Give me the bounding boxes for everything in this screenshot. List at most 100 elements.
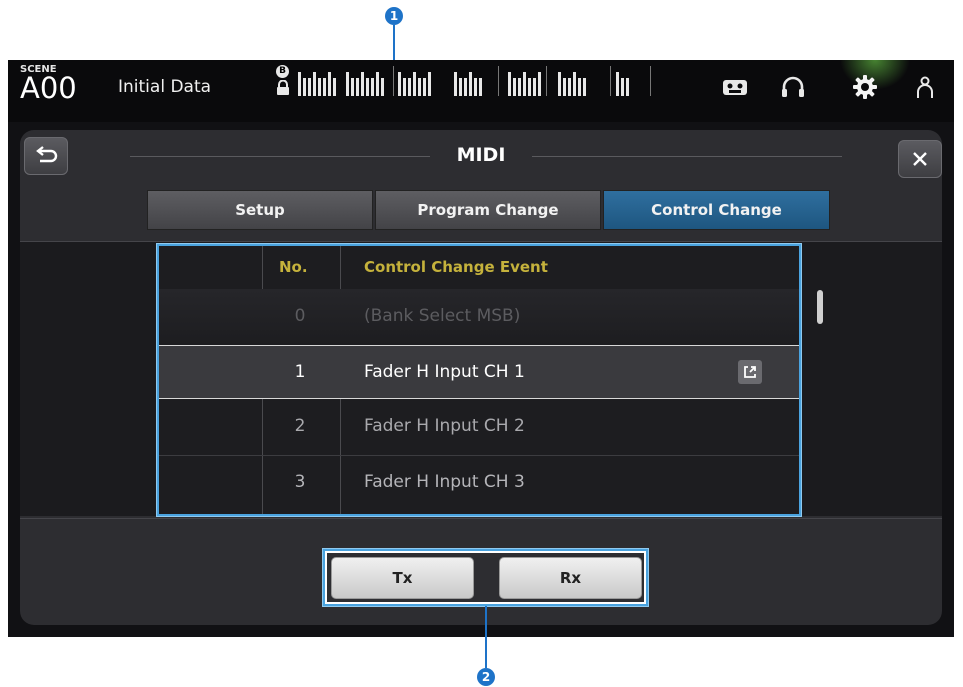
- user-icon[interactable]: [910, 72, 940, 102]
- meter-bar: [323, 78, 326, 96]
- tab-setup-label: Setup: [235, 201, 285, 219]
- close-icon: [913, 152, 927, 166]
- callout-2: 2: [477, 668, 495, 686]
- meter-bar: [371, 78, 374, 96]
- tab-control-change[interactable]: Control Change: [603, 190, 830, 230]
- meter-bar: [558, 72, 561, 96]
- tx-button[interactable]: Tx: [331, 557, 474, 599]
- lock-letter-badge: B: [276, 65, 289, 78]
- meter-bar: [538, 72, 541, 96]
- lock-indicator[interactable]: B: [276, 65, 290, 100]
- meter-bar: [464, 78, 467, 96]
- tab-program-change-label: Program Change: [417, 201, 559, 219]
- meter-separator: [546, 66, 547, 96]
- meter-bar: [418, 78, 421, 96]
- row-event: Fader H Input CH 1: [364, 362, 525, 382]
- tab-setup[interactable]: Setup: [147, 190, 373, 230]
- rx-button[interactable]: Rx: [499, 557, 642, 599]
- meter-bar: [474, 78, 477, 96]
- close-button[interactable]: [898, 140, 942, 178]
- list-item[interactable]: 2 Fader H Input CH 2: [159, 399, 799, 455]
- meter-bar: [398, 72, 401, 96]
- meter-bar: [346, 72, 349, 96]
- external-link-icon: [744, 366, 756, 378]
- meter-bar: [518, 78, 521, 96]
- meter-bar: [563, 78, 566, 96]
- title-rule-right: [532, 156, 842, 157]
- meter-bar: [308, 78, 311, 96]
- meter-bar: [303, 78, 306, 96]
- back-button[interactable]: [24, 137, 68, 175]
- meter-bar: [573, 72, 576, 96]
- rx-button-label: Rx: [559, 569, 582, 587]
- row-number: 1: [294, 362, 306, 382]
- callout-1: 1: [385, 7, 403, 25]
- meter-bar: [454, 72, 457, 96]
- row-number: 3: [294, 472, 306, 492]
- meter-bar: [361, 72, 364, 96]
- headphones-icon[interactable]: [778, 72, 808, 102]
- meter-bar: [408, 78, 411, 96]
- meter-bar: [313, 72, 316, 96]
- meter-bar: [351, 78, 354, 96]
- meter-bar: [423, 78, 426, 96]
- row-event: Fader H Input CH 3: [364, 472, 525, 492]
- meter-separator: [393, 66, 394, 96]
- row-number: 0: [294, 306, 306, 326]
- cassette-icon[interactable]: [720, 72, 750, 102]
- meter-bar: [298, 72, 301, 96]
- tab-program-change[interactable]: Program Change: [375, 190, 601, 230]
- meter-bar: [523, 72, 526, 96]
- level-meter: [298, 66, 658, 96]
- meter-bar: [459, 78, 462, 96]
- meter-bar: [469, 72, 472, 96]
- meter-bar: [381, 78, 384, 96]
- meter-bar: [403, 78, 406, 96]
- meter-bar: [366, 78, 369, 96]
- meter-bar: [626, 78, 629, 96]
- scene-name[interactable]: Initial Data: [118, 77, 211, 97]
- row-number: 2: [294, 416, 306, 436]
- meter-bar: [528, 78, 531, 96]
- meter-bar: [356, 78, 359, 96]
- tx-button-label: Tx: [392, 569, 413, 587]
- meter-bar: [583, 78, 586, 96]
- meter-bar: [413, 72, 416, 96]
- header-event: Control Change Event: [364, 258, 548, 276]
- meter-bar: [333, 78, 336, 96]
- edit-popup-button[interactable]: [738, 360, 762, 384]
- meter-bar: [578, 78, 581, 96]
- control-change-list[interactable]: No. Control Change Event 0 (Bank Select …: [157, 244, 801, 516]
- meter-bar: [428, 72, 431, 96]
- meter-bar: [513, 78, 516, 96]
- status-bar: SCENE A00 Initial Data B: [8, 60, 954, 122]
- back-icon: [36, 146, 58, 163]
- row-event: (Bank Select MSB): [364, 306, 521, 326]
- lock-icon: [277, 79, 289, 95]
- meter-bar: [533, 78, 536, 96]
- list-item[interactable]: 0 (Bank Select MSB): [159, 289, 799, 345]
- title-rule-left: [130, 156, 430, 157]
- tab-control-change-label: Control Change: [651, 201, 782, 219]
- meter-bar: [508, 72, 511, 96]
- header-no: No.: [279, 258, 308, 276]
- meter-bar: [376, 72, 379, 96]
- meter-bar: [328, 72, 331, 96]
- callout-2-leader: [485, 606, 487, 668]
- meter-bar: [616, 72, 619, 96]
- list-bottom-rule: [20, 518, 942, 519]
- meter-bar: [479, 78, 482, 96]
- row-event: Fader H Input CH 2: [364, 416, 525, 436]
- gear-icon[interactable]: [850, 72, 880, 102]
- list-scrollbar[interactable]: [817, 290, 823, 324]
- meter-separator: [650, 66, 651, 96]
- list-item[interactable]: 3 Fader H Input CH 3: [159, 456, 799, 512]
- panel-title: MIDI: [456, 144, 506, 166]
- meter-bar: [621, 78, 624, 96]
- meter-bar: [568, 78, 571, 96]
- scene-number[interactable]: A00: [20, 71, 77, 105]
- meter-separator: [610, 66, 611, 96]
- meter-separator: [498, 66, 499, 96]
- meter-bar: [318, 78, 321, 96]
- list-item-selected[interactable]: 1 Fader H Input CH 1: [159, 345, 799, 399]
